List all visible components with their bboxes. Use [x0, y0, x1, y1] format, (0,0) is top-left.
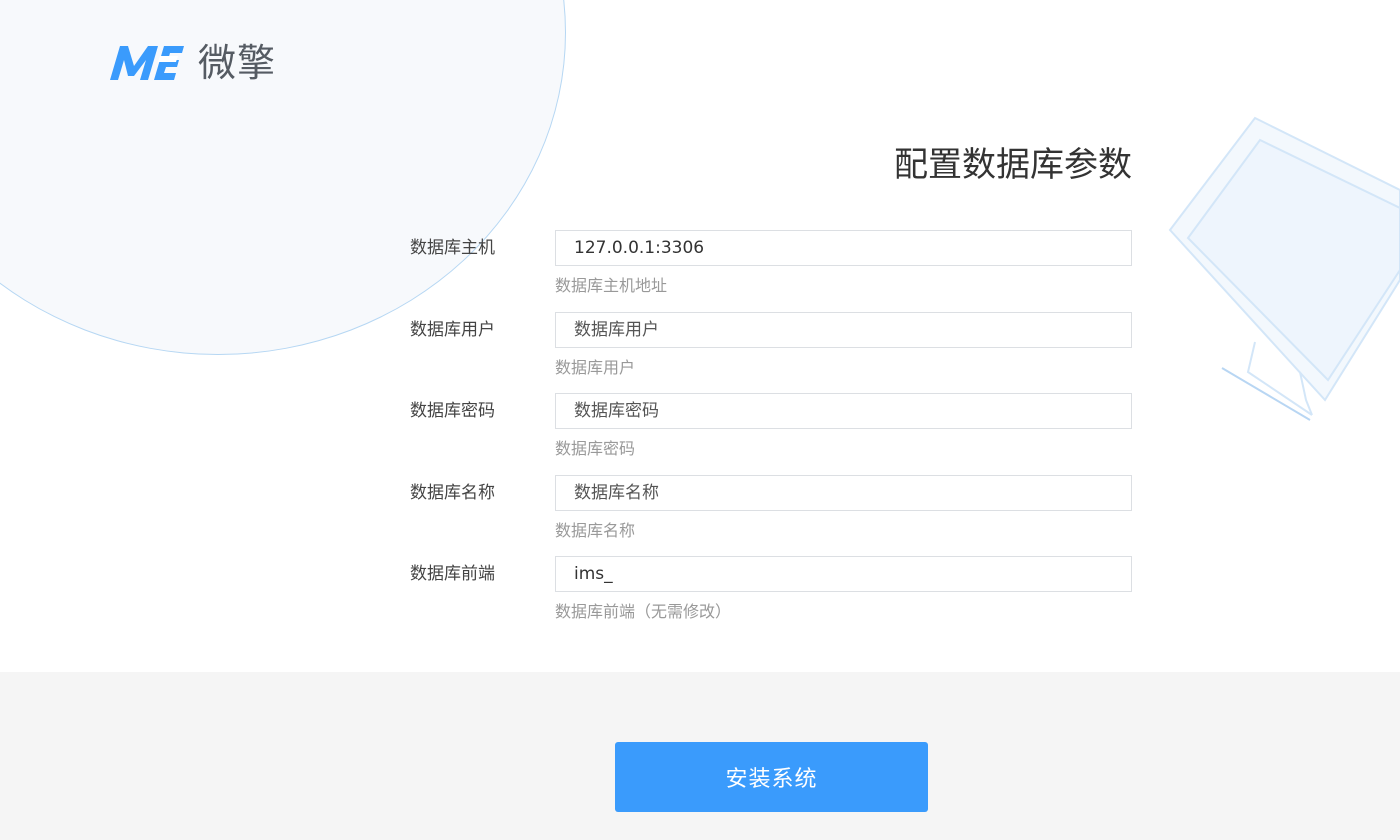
- db-name-label: 数据库名称: [410, 482, 495, 503]
- db-host-label: 数据库主机: [410, 238, 495, 258]
- logo-mark-icon: [110, 46, 184, 80]
- db-user-input[interactable]: [555, 311, 1132, 348]
- install-system-button[interactable]: 安装系统: [615, 742, 928, 812]
- footer-bar: 安装系统: [0, 672, 1400, 840]
- brand-name: 微擎: [198, 41, 277, 85]
- db-prefix-help: 数据库前端（无需修改）: [555, 602, 732, 621]
- db-name-input[interactable]: [555, 474, 1132, 511]
- db-name-help: 数据库名称: [555, 520, 636, 540]
- monitor-illustration-icon: [1168, 116, 1400, 421]
- form-row-db-user: 数据库用户 数据库用户: [410, 311, 1132, 394]
- db-password-label: 数据库密码: [410, 401, 495, 421]
- db-host-help: 数据库主机地址: [555, 276, 668, 295]
- db-prefix-label: 数据库前端: [410, 564, 495, 584]
- db-user-label: 数据库用户: [410, 319, 495, 340]
- form-row-db-name: 数据库名称 数据库名称: [410, 474, 1132, 557]
- database-config-form: 数据库主机 数据库主机地址 数据库用户 数据库用户 数据库密码 数据库密码 数据…: [410, 230, 1132, 638]
- db-host-input[interactable]: [555, 230, 1132, 266]
- page-title: 配置数据库参数: [894, 145, 1132, 185]
- form-row-db-password: 数据库密码 数据库密码: [410, 393, 1132, 475]
- db-password-input[interactable]: [555, 393, 1132, 429]
- form-row-db-host: 数据库主机 数据库主机地址: [410, 230, 1132, 312]
- db-prefix-input[interactable]: [555, 556, 1132, 592]
- brand-logo: 微擎: [108, 40, 276, 86]
- db-password-help: 数据库密码: [555, 439, 636, 458]
- db-user-help: 数据库用户: [555, 357, 636, 377]
- install-page: 微擎 配置数据库参数 数据库主机 数据库主机地址 数据库用户 数据库用户 数据库…: [0, 0, 1400, 840]
- form-row-db-prefix: 数据库前端 数据库前端（无需修改）: [410, 556, 1132, 638]
